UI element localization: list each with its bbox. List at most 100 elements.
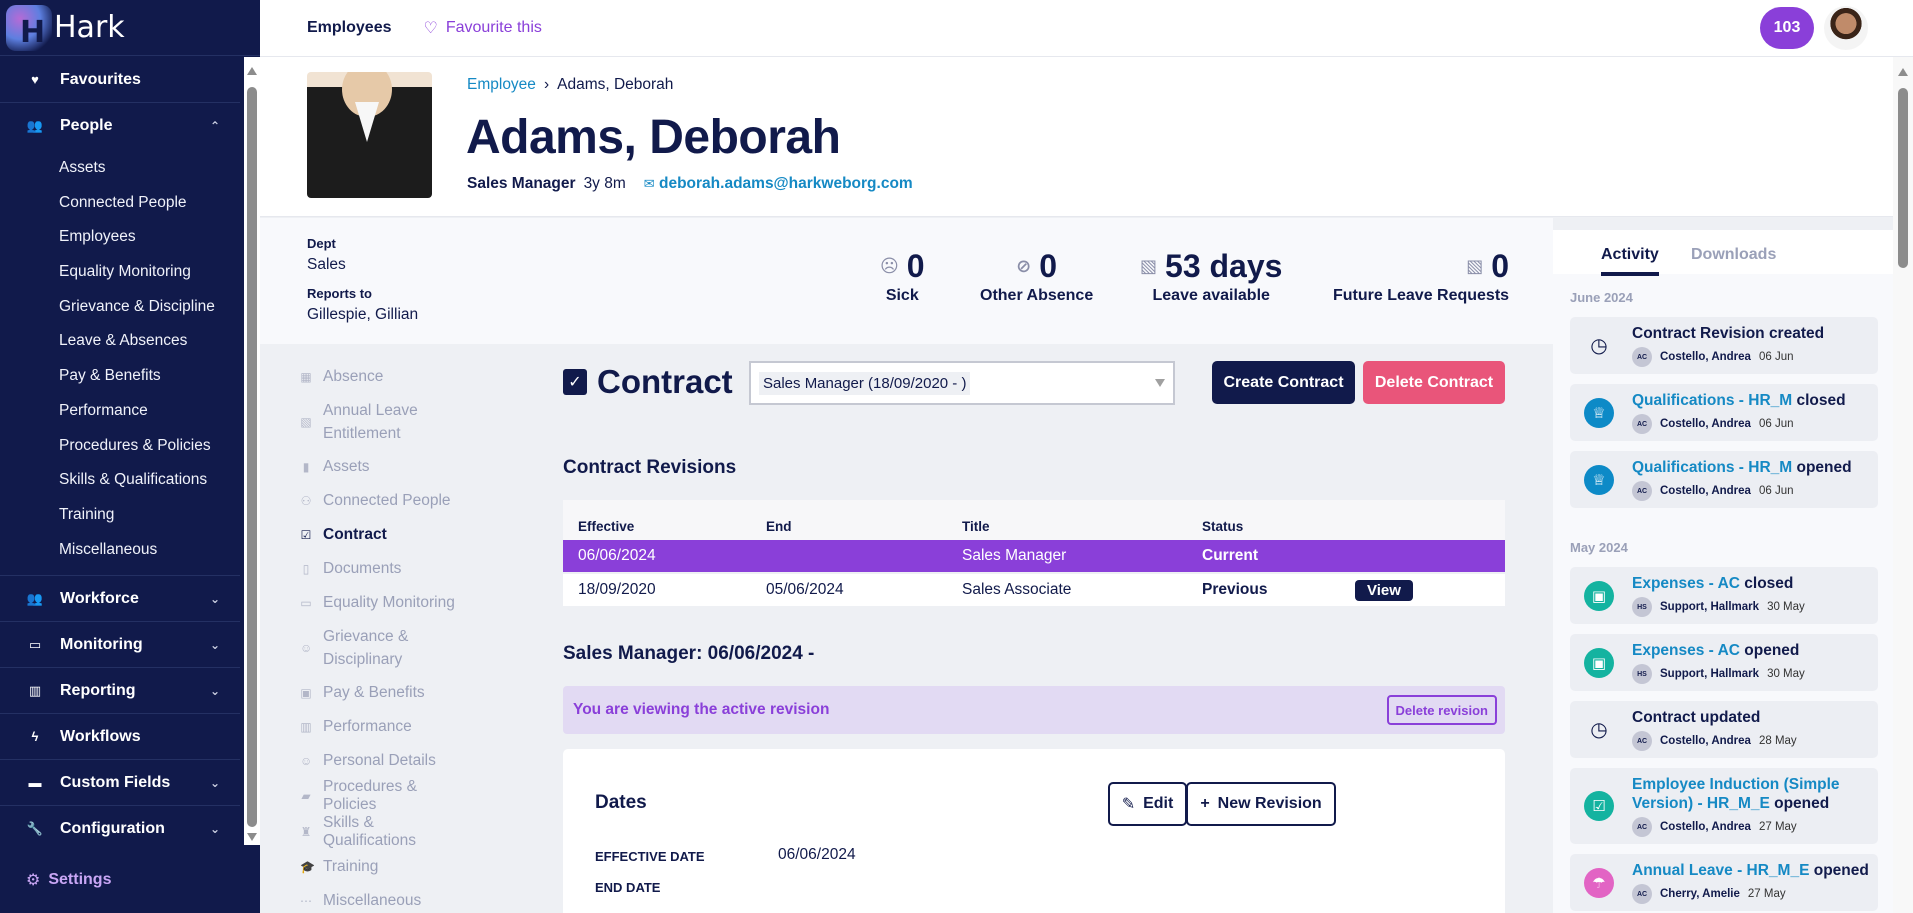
sidebar-subitem[interactable]: Connected People xyxy=(0,186,240,221)
clock-icon: ◷ xyxy=(1590,335,1608,357)
settings-link[interactable]: ⚙ Settings xyxy=(26,870,111,890)
subnav-item-absence[interactable]: ▦ Absence xyxy=(300,360,540,394)
scroll-up-icon[interactable] xyxy=(247,67,257,75)
subnav-item-equality-monitoring[interactable]: ▭ Equality Monitoring xyxy=(300,586,540,620)
sidebar-subitem[interactable]: Equality Monitoring xyxy=(0,255,240,290)
favourite-this-button[interactable]: ♡ Favourite this xyxy=(423,18,541,38)
reports-to-value[interactable]: Gillespie, Gillian xyxy=(307,306,418,324)
fields-icon: ▬ xyxy=(28,775,42,791)
notification-badge[interactable]: 103 xyxy=(1760,7,1814,49)
sidebar-item-custom-fields[interactable]: ▬ Custom Fields ⌄ xyxy=(0,760,240,807)
subnav-item-grievance-disciplinary[interactable]: ☺ Grievance & Disciplinary xyxy=(300,620,540,676)
activity-item[interactable]: ♕ Qualifications - HR_M closed AC Costello,… xyxy=(1570,384,1878,441)
new-revision-button[interactable]: + New Revision xyxy=(1186,782,1336,826)
chart-icon: ▥ xyxy=(28,682,42,698)
subnav-item-performance[interactable]: ▥ Performance xyxy=(300,710,540,744)
scroll-up-icon[interactable] xyxy=(1898,68,1908,76)
sidebar-subitem[interactable]: Performance xyxy=(0,394,240,429)
sidebar-subitem[interactable]: Grievance & Discipline xyxy=(0,290,240,325)
tab-downloads[interactable]: Downloads xyxy=(1691,246,1776,264)
sidebar-item-favourites[interactable]: ♥ Favourites xyxy=(0,57,240,103)
main-scrollbar[interactable] xyxy=(1893,57,1913,913)
clipboard-check-icon: ✓ xyxy=(563,369,587,395)
create-contract-button[interactable]: Create Contract xyxy=(1212,361,1355,404)
edit-button[interactable]: ✎ Edit xyxy=(1108,782,1187,826)
sidebar-item-people[interactable]: 👥 People ⌃ xyxy=(0,103,240,149)
end-date-label: END DATE xyxy=(595,880,661,895)
subnav-item-procedures-policies[interactable]: ▰ Procedures & Policies xyxy=(300,778,540,814)
sidebar-subitem[interactable]: Pay & Benefits xyxy=(0,359,240,394)
employee-email-link[interactable]: ✉ deborah.adams@harkweborg.com xyxy=(644,175,913,193)
activity-date: 27 May xyxy=(1758,821,1797,833)
sidebar-item-reporting[interactable]: ▥ Reporting ⌄ xyxy=(0,668,240,715)
breadcrumb-employee-link[interactable]: Employee xyxy=(467,76,536,94)
subnav-item-documents[interactable]: ▯ Documents xyxy=(300,552,540,586)
activity-item[interactable]: ◷ Contract Revision created AC Costello, An… xyxy=(1570,317,1878,374)
scroll-thumb[interactable] xyxy=(247,87,257,827)
activity-link[interactable]: Annual Leave - HR_M_E xyxy=(1632,862,1809,879)
activity-item[interactable]: ☑ Employee Induction (Simple Version) - H… xyxy=(1570,768,1878,844)
scroll-down-icon[interactable] xyxy=(247,833,257,841)
connected-people-icon: ⚇ xyxy=(300,494,312,508)
activity-link[interactable]: Qualifications - HR_M xyxy=(1632,459,1792,476)
activity-link[interactable]: Expenses - AC xyxy=(1632,642,1740,659)
scroll-thumb[interactable] xyxy=(1898,88,1908,268)
subnav-item-connected-people[interactable]: ⚇ Connected People xyxy=(300,484,540,518)
user-avatar[interactable] xyxy=(1824,6,1868,50)
subnav-item-assets[interactable]: ▮ Assets xyxy=(300,450,540,484)
contract-select[interactable]: Sales Manager (18/09/2020 - ) xyxy=(749,361,1175,405)
dept-value: Sales xyxy=(307,256,346,273)
envelope-icon: ✉ xyxy=(643,176,655,191)
sidebar-subitem[interactable]: Leave & Absences xyxy=(0,324,240,359)
subnav-item-training[interactable]: 🎓 Training xyxy=(300,850,540,884)
subnav-item-personal-details[interactable]: ☺ Personal Details xyxy=(300,744,540,778)
breadcrumb-separator: › xyxy=(543,76,550,93)
logo[interactable]: H Hark xyxy=(0,0,260,56)
sidebar-item-workflows[interactable]: ϟ Workflows xyxy=(0,714,240,761)
activity-user: Costello, Andrea xyxy=(1660,351,1751,363)
sidebar-subitem[interactable]: Training xyxy=(0,498,240,533)
sidebar-item-configuration[interactable]: 🔧 Configuration ⌄ xyxy=(0,806,240,845)
people-icon: 👥 xyxy=(26,590,44,606)
chevron-down-icon: ⌄ xyxy=(209,637,220,652)
activity-link[interactable]: Expenses - AC xyxy=(1632,575,1740,592)
subnav-item-skills-qualifications[interactable]: ♜ Skills & Qualifications xyxy=(300,814,540,850)
medal-icon: ♜ xyxy=(300,825,312,839)
asset-icon: ▮ xyxy=(302,460,310,474)
activity-date: 30 May xyxy=(1767,601,1805,613)
activity-link[interactable]: Qualifications - HR_M xyxy=(1632,392,1792,409)
sidebar-subitem[interactable]: Assets xyxy=(0,151,240,186)
table-row-current[interactable]: 06/06/2024 Sales Manager Current xyxy=(563,540,1505,574)
delete-revision-button[interactable]: Delete revision xyxy=(1386,695,1497,725)
sidebar-scrollbar[interactable] xyxy=(244,57,260,845)
sidebar-subitem[interactable]: Miscellaneous xyxy=(0,533,240,568)
sidebar-item-workforce[interactable]: 👥 Workforce ⌄ xyxy=(0,576,240,623)
wallet-icon: ▣ xyxy=(1584,647,1614,678)
subnav-item-contract[interactable]: ☑ Contract xyxy=(300,518,540,552)
sidebar-item-monitoring[interactable]: ▭ Monitoring ⌄ xyxy=(0,622,240,669)
activity-panel: Activity Downloads June 2024 ◷ Contract Re… xyxy=(1553,230,1893,913)
activity-user: Cherry, Amelie xyxy=(1660,888,1740,900)
subnav-item-miscellaneous[interactable]: ⋯ Miscellaneous xyxy=(300,884,540,913)
sidebar-subitem[interactable]: Procedures & Policies xyxy=(0,429,240,464)
sidebar-subitem[interactable]: Skills & Qualifications xyxy=(0,463,240,498)
sidebar-subitem[interactable]: Employees xyxy=(0,220,240,255)
activity-item[interactable]: ▣ Expenses - AC opened HS Support, Hallmark… xyxy=(1570,634,1878,691)
activity-item[interactable]: ▣ Expenses - AC closed HS Support, Hallmark… xyxy=(1570,567,1878,624)
activity-item[interactable]: ◷ Contract updated AC Costello, Andrea 28 Ma… xyxy=(1570,701,1878,758)
wallet-icon: ▣ xyxy=(1584,580,1614,611)
chevron-down-icon: ⌄ xyxy=(209,821,220,836)
subnav-item-annual-leave-entitlement[interactable]: ▧ Annual Leave Entitlement xyxy=(300,394,540,450)
activity-item[interactable]: ☂ Annual Leave - HR_M_E opened AC Cherry, A… xyxy=(1570,854,1878,911)
avatar: AC xyxy=(1632,817,1652,837)
avatar: HS xyxy=(1632,597,1652,617)
tab-activity[interactable]: Activity xyxy=(1601,246,1659,276)
view-revision-button[interactable]: View xyxy=(1355,579,1413,601)
top-section-title[interactable]: Employees xyxy=(307,19,391,37)
activity-item[interactable]: ♕ Qualifications - HR_M opened AC Costello,… xyxy=(1570,451,1878,508)
active-revision-notice: You are viewing the active revision Dele… xyxy=(563,686,1505,734)
subnav-item-pay-benefits[interactable]: ▣ Pay & Benefits xyxy=(300,676,540,710)
employee-role: Sales Manager xyxy=(467,175,576,192)
chevron-up-icon: ⌃ xyxy=(209,119,220,133)
delete-contract-button[interactable]: Delete Contract xyxy=(1363,361,1505,404)
